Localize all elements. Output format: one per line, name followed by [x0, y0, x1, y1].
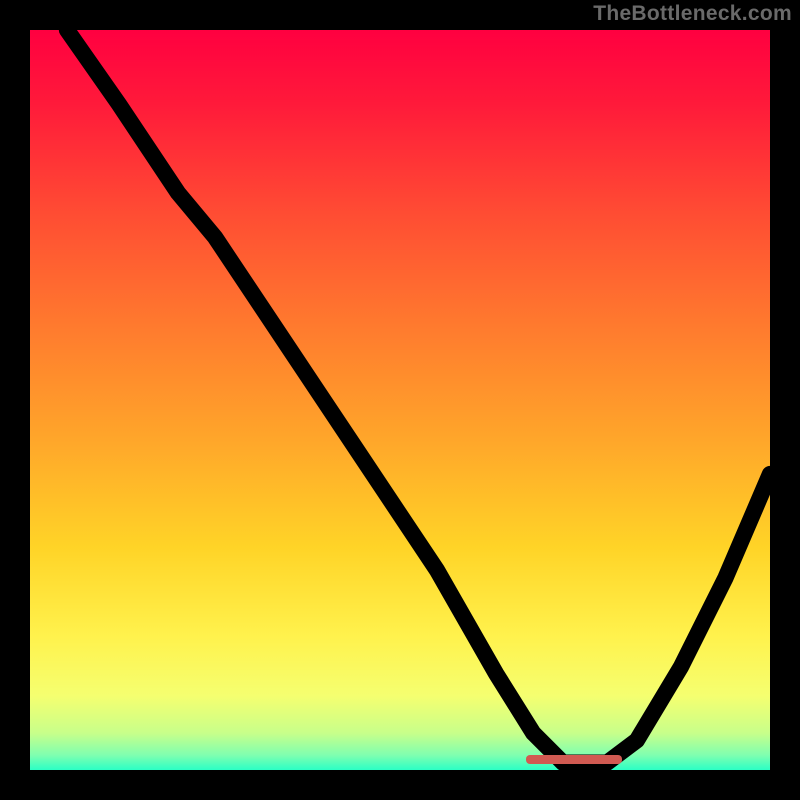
- bottleneck-curve: [30, 30, 770, 770]
- chart-container: TheBottleneck.com: [0, 0, 800, 800]
- watermark-text: TheBottleneck.com: [593, 2, 792, 26]
- optimal-marker: [526, 755, 622, 764]
- plot-area: [30, 30, 770, 770]
